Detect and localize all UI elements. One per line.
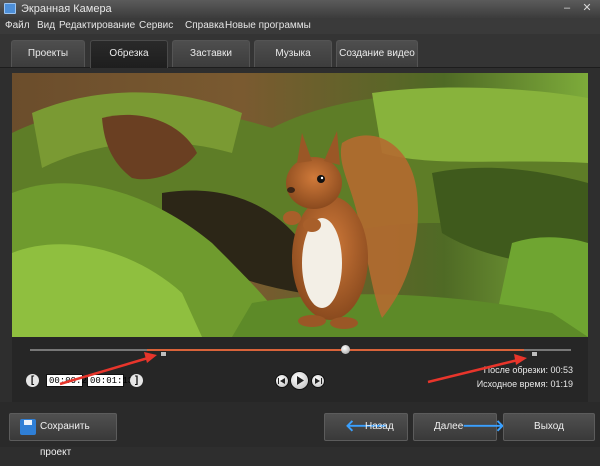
start-time-field[interactable]: 00:00:20 bbox=[46, 374, 92, 387]
squirrel-preview-image bbox=[12, 73, 588, 337]
trim-end-marker[interactable] bbox=[531, 351, 538, 357]
skip-back-icon[interactable] bbox=[275, 374, 289, 388]
window-title: Экранная Камера bbox=[21, 3, 112, 15]
save-project-button[interactable]: Сохранить проект bbox=[9, 413, 117, 458]
after-trim-value: 00:53 bbox=[550, 365, 573, 375]
menu-help[interactable]: Справка bbox=[185, 20, 224, 31]
play-icon[interactable] bbox=[290, 371, 309, 390]
app-icon bbox=[4, 3, 16, 14]
floppy-disk-icon bbox=[20, 419, 36, 435]
skip-forward-icon[interactable] bbox=[311, 374, 325, 388]
set-end-button[interactable]: ] bbox=[130, 374, 143, 387]
bottom-bar: Сохранить проект 🡐 Назад Далее 🡒 Выход bbox=[0, 402, 600, 458]
tab-projects[interactable]: Проекты bbox=[11, 40, 85, 67]
menu-edit[interactable]: Редактирование bbox=[59, 20, 135, 31]
back-label: Назад bbox=[365, 421, 394, 432]
end-time-field[interactable]: 00:01:13 bbox=[87, 374, 133, 387]
menu-new-programs[interactable]: Новые программы bbox=[225, 20, 311, 31]
exit-button[interactable]: Выход bbox=[503, 413, 595, 441]
save-project-label: Сохранить проект bbox=[40, 421, 90, 458]
exit-label: Выход bbox=[534, 421, 564, 432]
minimize-button[interactable]: – bbox=[560, 2, 574, 15]
playback-controls: [ 00:00:20 00:01:13 ] После обрезки: 00:… bbox=[12, 337, 588, 402]
menu-bar: Файл Вид Редактирование Сервис Справка Н… bbox=[0, 18, 600, 34]
original-time-value: 01:19 bbox=[550, 379, 573, 389]
tab-create-video[interactable]: Создание видео bbox=[336, 40, 418, 67]
arrow-right-icon: 🡒 bbox=[462, 418, 505, 435]
next-label: Далее bbox=[434, 421, 464, 432]
original-time-label: Исходное время: bbox=[476, 379, 548, 389]
menu-file[interactable]: Файл bbox=[5, 20, 30, 31]
trim-start-marker[interactable] bbox=[160, 351, 167, 357]
next-button[interactable]: Далее 🡒 bbox=[413, 413, 505, 441]
menu-view[interactable]: Вид bbox=[37, 20, 55, 31]
after-trim-info: После обрезки: 00:53 bbox=[484, 365, 573, 375]
menu-service[interactable]: Сервис bbox=[139, 20, 173, 31]
tab-trim[interactable]: Обрезка bbox=[90, 40, 168, 68]
title-bar: Экранная Камера – ✕ bbox=[0, 0, 600, 18]
video-preview bbox=[12, 73, 588, 337]
after-trim-label: После обрезки: bbox=[483, 365, 548, 375]
set-start-button[interactable]: [ bbox=[26, 374, 39, 387]
close-button[interactable]: ✕ bbox=[580, 2, 594, 15]
trim-selection bbox=[147, 349, 524, 351]
playhead-knob[interactable] bbox=[341, 345, 350, 354]
tab-intros[interactable]: Заставки bbox=[172, 40, 250, 67]
original-time-info: Исходное время: 01:19 bbox=[477, 379, 573, 389]
tab-bar: Проекты Обрезка Заставки Музыка Создание… bbox=[0, 34, 600, 68]
back-button[interactable]: 🡐 Назад bbox=[324, 413, 408, 441]
tab-music[interactable]: Музыка bbox=[254, 40, 332, 67]
